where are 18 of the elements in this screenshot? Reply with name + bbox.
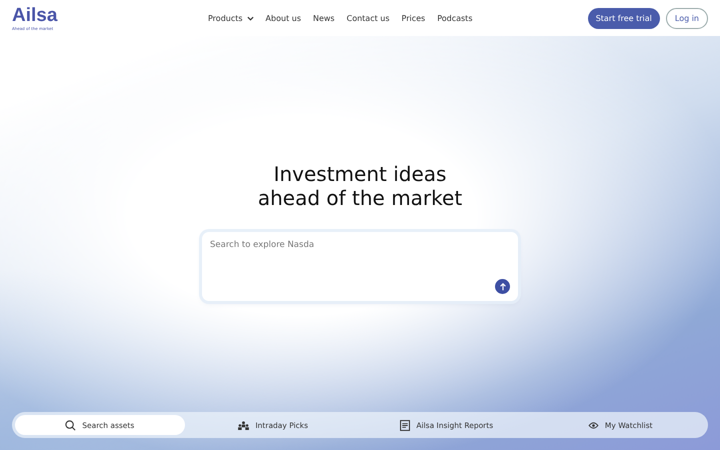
submit-button[interactable] (495, 279, 510, 294)
arrow-up-icon (498, 282, 506, 290)
chevron-down-icon (246, 16, 254, 20)
nav-link[interactable]: News (312, 14, 335, 22)
logo-wordmark[interactable]: Ailsa (12, 6, 202, 26)
nav-link[interactable]: Prices (402, 14, 426, 22)
nav-link[interactable]: Products (208, 14, 254, 22)
search-icon (65, 420, 76, 430)
hero-heading: Investment ideas ahead of the market (258, 162, 462, 210)
document-icon (400, 420, 410, 430)
login-button[interactable]: Log in (666, 8, 708, 28)
people-icon (238, 420, 250, 430)
nav-link[interactable]: Podcasts (437, 14, 472, 22)
eye-icon (588, 422, 599, 428)
nav-link[interactable]: About us (266, 14, 301, 22)
search-field[interactable]: Search to explore Nasda (210, 240, 480, 270)
start-trial-button[interactable]: Start free trial (588, 8, 660, 28)
nav-link[interactable]: Contact us (346, 14, 390, 22)
